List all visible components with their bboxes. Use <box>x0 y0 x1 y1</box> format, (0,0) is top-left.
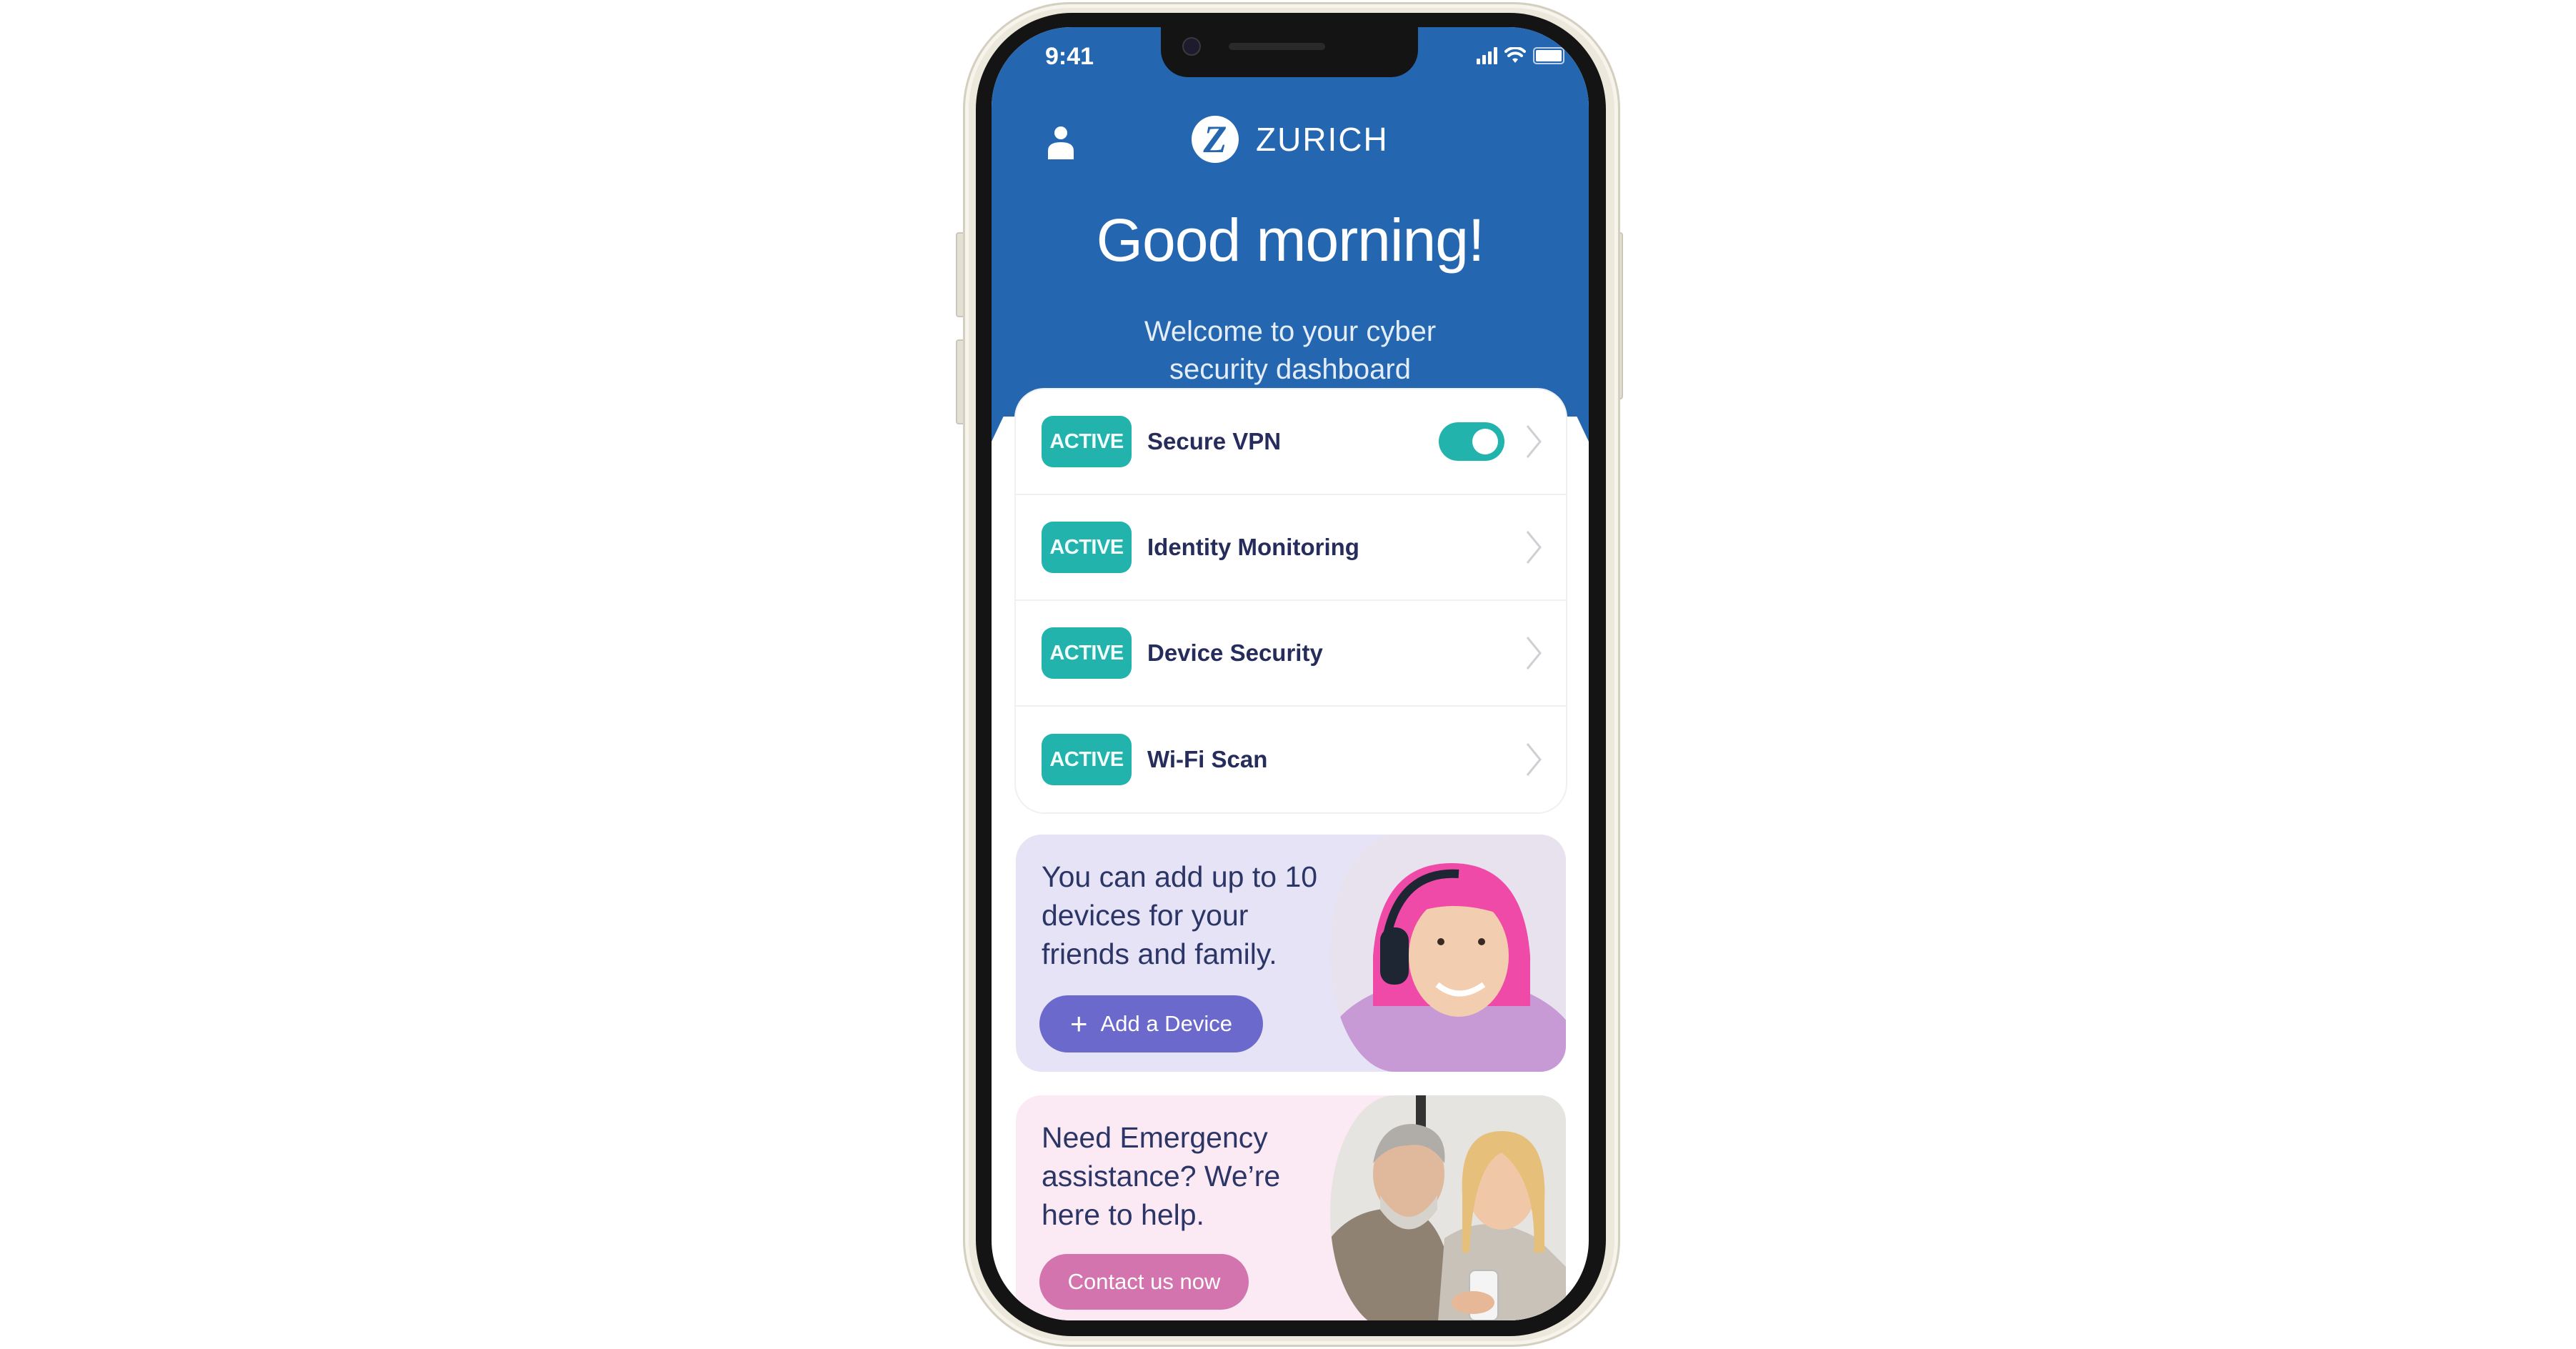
add-device-promo: You can add up to 10 devices for your fr… <box>1016 835 1566 1072</box>
camera-notch <box>1161 27 1418 77</box>
greeting-title: Good morning! <box>1096 206 1485 274</box>
chevron-right-icon <box>1526 743 1542 776</box>
status-badge: ACTIVE <box>1042 734 1132 785</box>
status-badge: ACTIVE <box>1042 416 1132 467</box>
front-camera <box>1182 37 1201 56</box>
subtitle-line: security dashboard <box>1169 354 1411 385</box>
couple-phone-photo <box>1330 1095 1566 1320</box>
logo-text: ZURICH <box>1256 121 1389 158</box>
service-row-device-security[interactable]: ACTIVE Device Security <box>1016 601 1566 707</box>
plus-icon: + <box>1070 1007 1088 1040</box>
promo-text: Need Emergency assistance? We’re here to… <box>1042 1118 1342 1234</box>
promo-line: Need Emergency <box>1042 1121 1268 1154</box>
promo-line: assistance? We’re <box>1042 1160 1281 1193</box>
zurich-z-icon: Z <box>1192 116 1239 163</box>
button-label: Add a Device <box>1100 1011 1232 1036</box>
chevron-right-icon <box>1526 637 1542 669</box>
service-row-wifi-scan[interactable]: ACTIVE Wi-Fi Scan <box>1016 707 1566 812</box>
promo-line: You can add up to 10 <box>1042 860 1318 893</box>
service-label: Wi-Fi Scan <box>1147 746 1268 772</box>
header-curve-left <box>992 384 1019 442</box>
emergency-promo: Need Emergency assistance? We’re here to… <box>1016 1095 1566 1320</box>
greeting-subtitle: Welcome to your cyber security dashboard <box>992 313 1589 389</box>
services-list: ACTIVE Secure VPN ACTIVE Identity Monito… <box>1016 389 1566 812</box>
subtitle-line: Welcome to your cyber <box>1144 316 1437 347</box>
wifi-icon <box>1504 47 1526 63</box>
woman-headphones-photo <box>1330 835 1566 1072</box>
add-device-button[interactable]: + Add a Device <box>1039 995 1263 1052</box>
service-row-identity-monitoring[interactable]: ACTIVE Identity Monitoring <box>1016 495 1566 601</box>
promo-line: friends and family. <box>1042 937 1277 970</box>
header: 9:41 Z ZURICH Good morning! Welcome to y… <box>992 27 1589 417</box>
cellular-signal-icon <box>1477 47 1497 64</box>
status-icons <box>1477 47 1564 64</box>
status-badge: ACTIVE <box>1042 627 1132 679</box>
service-label: Secure VPN <box>1147 428 1282 454</box>
zurich-logo: Z ZURICH <box>1192 116 1389 163</box>
status-time: 9:41 <box>1045 43 1094 70</box>
status-badge: ACTIVE <box>1042 522 1132 573</box>
promo-line: here to help. <box>1042 1198 1204 1231</box>
service-label: Device Security <box>1147 639 1323 666</box>
service-label: Identity Monitoring <box>1147 534 1359 560</box>
button-label: Contact us now <box>1067 1269 1221 1294</box>
chevron-right-icon <box>1526 425 1542 458</box>
vpn-toggle[interactable] <box>1439 422 1504 461</box>
battery-icon <box>1533 47 1564 64</box>
service-row-secure-vpn[interactable]: ACTIVE Secure VPN <box>1016 389 1566 495</box>
speaker-grille <box>1229 43 1325 50</box>
contact-us-button[interactable]: Contact us now <box>1039 1254 1249 1310</box>
app-screen: 9:41 Z ZURICH Good morning! Welcome to y… <box>992 27 1589 1320</box>
chevron-right-icon <box>1526 531 1542 564</box>
promo-line: devices for your <box>1042 899 1249 932</box>
promo-text: You can add up to 10 devices for your fr… <box>1042 857 1342 973</box>
person-icon[interactable] <box>1047 125 1075 161</box>
